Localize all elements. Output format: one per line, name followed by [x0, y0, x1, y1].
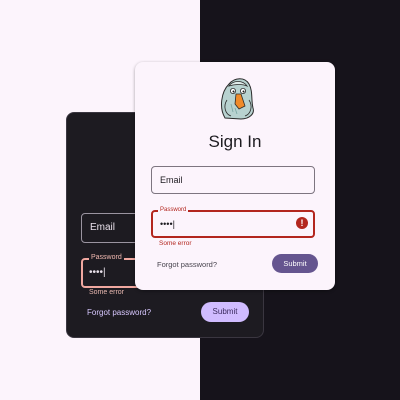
forgot-password-link[interactable]: Forgot password?	[157, 260, 217, 269]
email-field[interactable]: Email	[151, 166, 315, 194]
submit-button[interactable]: Submit	[272, 254, 318, 273]
error-icon: !	[296, 217, 308, 229]
error-text: Some error	[159, 240, 192, 247]
password-value: ••••|	[89, 267, 106, 278]
password-label: Password	[89, 253, 124, 263]
forgot-password-link[interactable]: Forgot password?	[87, 308, 151, 317]
error-text: Some error	[89, 289, 125, 296]
email-placeholder: Email	[90, 222, 116, 233]
email-placeholder: Email	[160, 175, 183, 185]
password-value: ••••|	[160, 219, 175, 229]
password-field[interactable]: Password ••••| !	[151, 206, 315, 238]
submit-button[interactable]: Submit	[201, 302, 249, 322]
password-label: Password	[158, 206, 189, 215]
sign-in-card-light: Sign In Email Password ••••| ! Some erro…	[135, 62, 335, 290]
pigeon-mascot-icon	[221, 78, 254, 120]
page-title: Sign In	[208, 132, 262, 151]
